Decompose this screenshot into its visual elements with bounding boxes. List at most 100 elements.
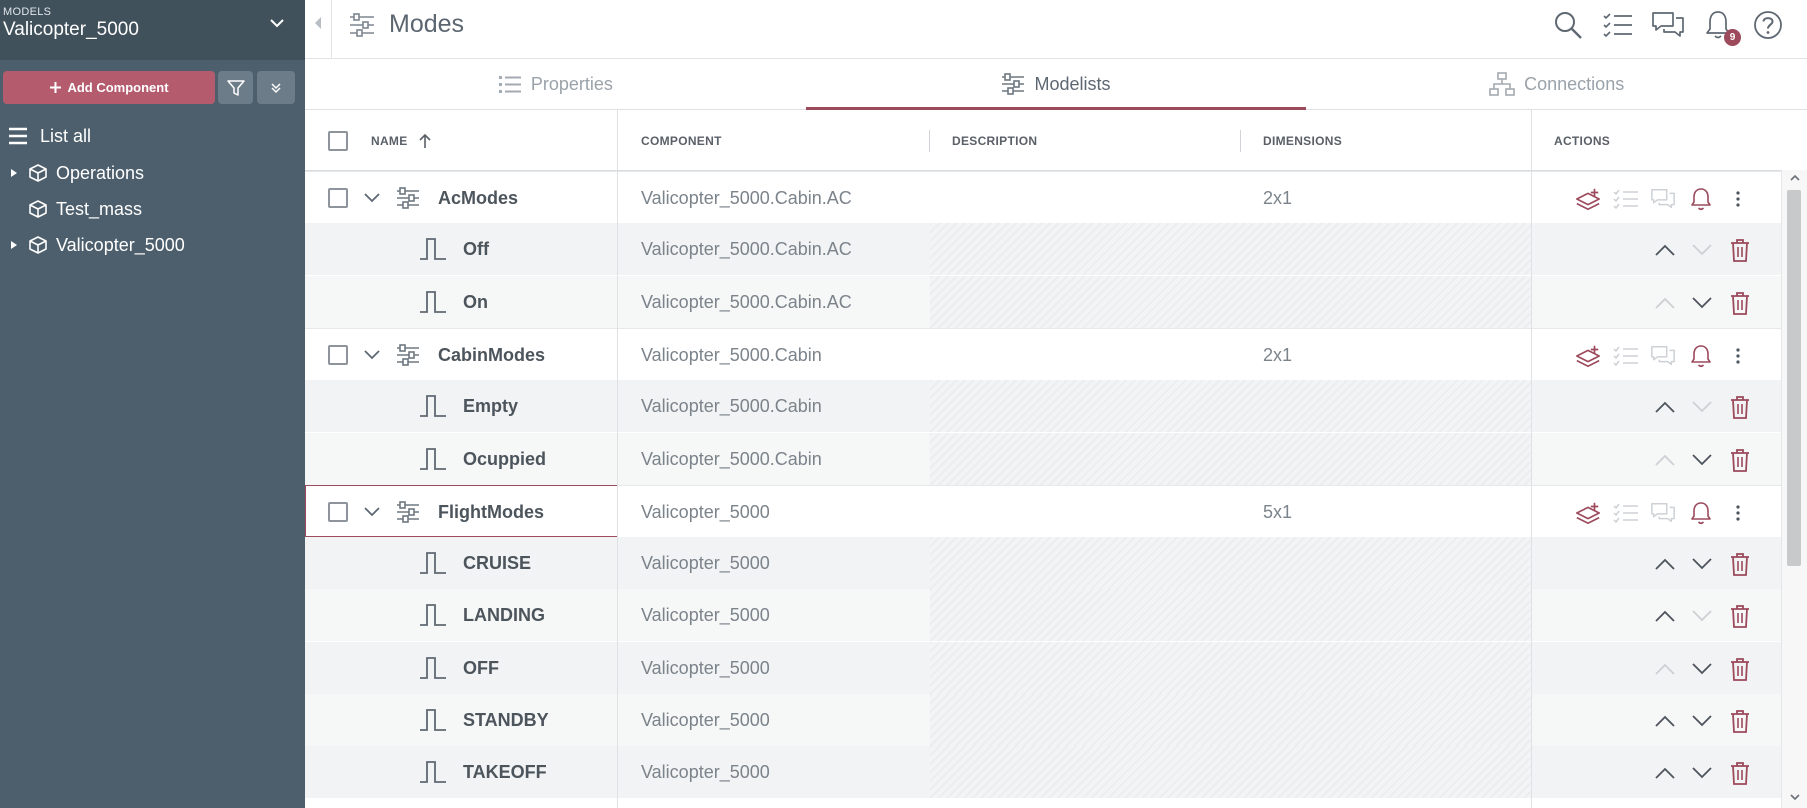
bell-icon[interactable]: [1688, 186, 1714, 212]
mode-step-icon: [419, 537, 447, 589]
chevron-down-icon[interactable]: [364, 172, 380, 224]
row-checkbox[interactable]: [328, 329, 348, 381]
move-down-icon[interactable]: [1689, 447, 1715, 473]
table-row-modelist[interactable]: CabinModes Valicopter_5000.Cabin 2x1: [305, 328, 1781, 380]
column-header-name[interactable]: NAME: [371, 110, 432, 171]
column-header-dimensions[interactable]: DIMENSIONS: [1263, 110, 1342, 171]
move-down-icon[interactable]: [1689, 551, 1715, 577]
checklist-icon[interactable]: [1601, 8, 1635, 42]
tree-item-operations[interactable]: Operations: [0, 160, 144, 186]
tab-properties[interactable]: Properties: [305, 59, 806, 109]
modelist-name: AcModes: [438, 187, 519, 208]
add-component-button[interactable]: Add Component: [3, 71, 215, 104]
move-up-icon[interactable]: [1652, 394, 1678, 420]
move-down-icon[interactable]: [1689, 760, 1715, 786]
table-row-mode[interactable]: LANDING Valicopter_5000: [305, 589, 1781, 641]
move-down-icon[interactable]: [1689, 394, 1715, 420]
delete-icon[interactable]: [1727, 237, 1753, 263]
tree-item-valicopter[interactable]: Valicopter_5000: [0, 232, 185, 258]
checklist-icon[interactable]: [1613, 500, 1639, 526]
delete-icon[interactable]: [1727, 760, 1753, 786]
scroll-down-icon[interactable]: [1790, 794, 1800, 801]
move-down-icon[interactable]: [1689, 290, 1715, 316]
dimensions-value: 2x1: [1263, 344, 1293, 365]
delete-icon[interactable]: [1727, 603, 1753, 629]
more-options-icon[interactable]: [1725, 343, 1751, 369]
move-up-icon[interactable]: [1652, 551, 1678, 577]
chat-icon[interactable]: [1650, 343, 1676, 369]
scroll-thumb[interactable]: [1787, 190, 1801, 566]
chat-icon[interactable]: [1650, 500, 1676, 526]
component-path: Valicopter_5000.Cabin: [641, 344, 822, 365]
table-row-mode[interactable]: STANDBY Valicopter_5000: [305, 694, 1781, 746]
more-options-icon[interactable]: [1725, 500, 1751, 526]
column-header-description[interactable]: DESCRIPTION: [952, 110, 1037, 171]
move-up-icon[interactable]: [1652, 603, 1678, 629]
delete-icon[interactable]: [1727, 394, 1753, 420]
add-mode-icon[interactable]: [1575, 500, 1601, 526]
list-all-item[interactable]: List all: [8, 124, 91, 148]
table-row-modelist[interactable]: FlightModes Valicopter_5000 5x1: [305, 485, 1781, 537]
table-row-mode[interactable]: On Valicopter_5000.Cabin.AC: [305, 276, 1781, 328]
move-down-icon[interactable]: [1689, 603, 1715, 629]
column-header-component[interactable]: COMPONENT: [641, 110, 722, 171]
help-icon[interactable]: [1751, 8, 1785, 42]
select-all-checkbox[interactable]: [328, 110, 348, 171]
tab-modelists[interactable]: Modelists: [805, 59, 1307, 110]
caret-right-icon[interactable]: [0, 240, 28, 250]
chat-icon[interactable]: [1651, 8, 1685, 42]
tree-item-test-mass[interactable]: Test_mass: [0, 196, 142, 222]
delete-icon[interactable]: [1727, 290, 1753, 316]
move-up-icon[interactable]: [1652, 447, 1678, 473]
expand-options-button[interactable]: [257, 71, 295, 104]
scroll-up-icon[interactable]: [1790, 174, 1800, 181]
add-mode-icon[interactable]: [1575, 343, 1601, 369]
move-up-icon[interactable]: [1652, 656, 1678, 682]
component-path: Valicopter_5000.Cabin.AC: [641, 291, 852, 312]
chat-icon[interactable]: [1650, 186, 1676, 212]
description-cell: [930, 380, 1531, 432]
mode-name: Ocuppied: [463, 448, 547, 469]
collapse-sidebar-button[interactable]: [305, 0, 331, 46]
model-selector[interactable]: MODELS Valicopter_5000: [0, 0, 305, 60]
table-row-mode[interactable]: CRUISE Valicopter_5000: [305, 537, 1781, 589]
sliders-icon: [349, 12, 375, 37]
move-down-icon[interactable]: [1689, 237, 1715, 263]
table-row-mode[interactable]: Off Valicopter_5000.Cabin.AC: [305, 223, 1781, 275]
move-up-icon[interactable]: [1652, 237, 1678, 263]
delete-icon[interactable]: [1727, 447, 1753, 473]
chevron-down-icon[interactable]: [364, 486, 380, 538]
move-up-icon[interactable]: [1652, 290, 1678, 316]
table-row-mode[interactable]: Ocuppied Valicopter_5000.Cabin: [305, 433, 1781, 485]
table-row-mode[interactable]: TAKEOFF Valicopter_5000: [305, 746, 1781, 798]
bell-icon[interactable]: [1688, 343, 1714, 369]
bell-icon[interactable]: [1688, 500, 1714, 526]
delete-icon[interactable]: [1727, 551, 1753, 577]
chevron-down-icon[interactable]: [364, 329, 380, 381]
move-up-icon[interactable]: [1652, 760, 1678, 786]
row-checkbox[interactable]: [328, 172, 348, 224]
filter-button[interactable]: [218, 71, 253, 104]
chevron-down-icon[interactable]: [269, 18, 285, 28]
vertical-scrollbar[interactable]: [1781, 170, 1807, 808]
table-row-mode[interactable]: Empty Valicopter_5000.Cabin: [305, 380, 1781, 432]
move-down-icon[interactable]: [1689, 708, 1715, 734]
move-down-icon[interactable]: [1689, 656, 1715, 682]
table-row-mode[interactable]: OFF Valicopter_5000: [305, 642, 1781, 694]
row-checkbox[interactable]: [328, 486, 348, 538]
bell-icon[interactable]: 9: [1701, 8, 1741, 46]
checklist-icon[interactable]: [1613, 186, 1639, 212]
more-options-icon[interactable]: [1725, 186, 1751, 212]
modelists-table: AcModes Valicopter_5000.Cabin.AC 2x1 Off Val…: [305, 110, 1781, 808]
table-row-modelist[interactable]: AcModes Valicopter_5000.Cabin.AC 2x1: [305, 171, 1781, 223]
delete-icon[interactable]: [1727, 656, 1753, 682]
tab-connections[interactable]: Connections: [1306, 59, 1807, 109]
sort-ascending-icon[interactable]: [418, 133, 432, 149]
caret-right-icon[interactable]: [0, 168, 28, 178]
sliders-icon: [1001, 73, 1025, 95]
add-mode-icon[interactable]: [1575, 186, 1601, 212]
move-up-icon[interactable]: [1652, 708, 1678, 734]
delete-icon[interactable]: [1727, 708, 1753, 734]
search-icon[interactable]: [1551, 8, 1585, 42]
checklist-icon[interactable]: [1613, 343, 1639, 369]
